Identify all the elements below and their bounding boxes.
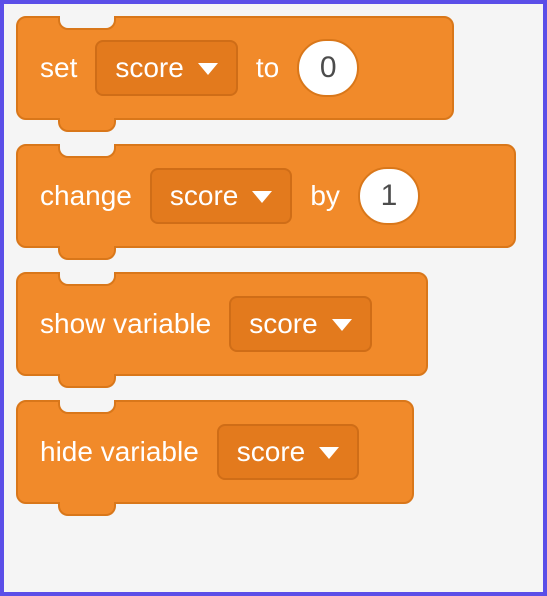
dropdown-value: score — [115, 52, 183, 84]
chevron-down-icon — [332, 319, 352, 331]
variable-dropdown[interactable]: score — [229, 296, 371, 352]
variable-dropdown[interactable]: score — [95, 40, 237, 96]
chevron-down-icon — [319, 447, 339, 459]
block-hide-variable[interactable]: hide variable score — [16, 400, 414, 504]
value-input[interactable]: 0 — [297, 39, 359, 97]
block-label-mid: by — [310, 180, 340, 212]
dropdown-value: score — [237, 436, 305, 468]
block-label-pre: change — [40, 180, 132, 212]
value-input-text: 1 — [381, 179, 398, 213]
variable-dropdown[interactable]: score — [217, 424, 359, 480]
dropdown-value: score — [249, 308, 317, 340]
block-set-variable[interactable]: set score to 0 — [16, 16, 454, 120]
block-label-pre: hide variable — [40, 436, 199, 468]
variable-dropdown[interactable]: score — [150, 168, 292, 224]
chevron-down-icon — [252, 191, 272, 203]
value-input-text: 0 — [320, 51, 337, 85]
block-palette: set score to 0 change score by 1 show va… — [16, 16, 531, 504]
block-label-pre: set — [40, 52, 77, 84]
block-show-variable[interactable]: show variable score — [16, 272, 428, 376]
block-change-variable[interactable]: change score by 1 — [16, 144, 516, 248]
dropdown-value: score — [170, 180, 238, 212]
value-input[interactable]: 1 — [358, 167, 420, 225]
block-label-mid: to — [256, 52, 279, 84]
block-label-pre: show variable — [40, 308, 211, 340]
chevron-down-icon — [198, 63, 218, 75]
